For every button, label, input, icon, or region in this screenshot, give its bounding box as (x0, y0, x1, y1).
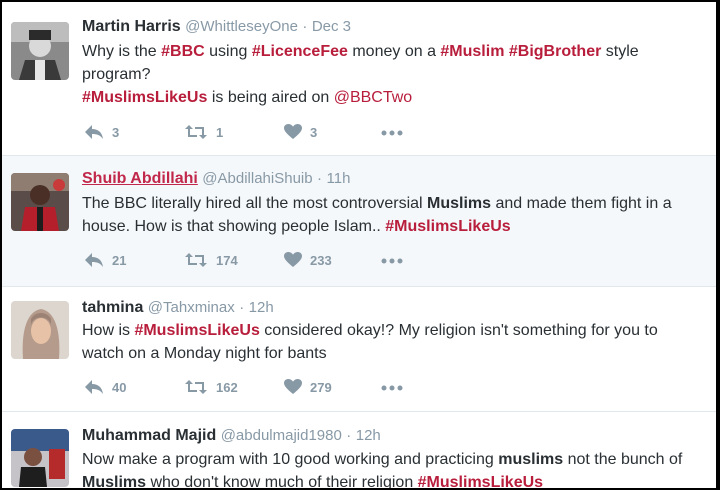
hashtag-link[interactable]: #MuslimsLikeUs (82, 89, 207, 106)
timestamp[interactable]: 12h (356, 427, 381, 444)
hashtag-link[interactable]: #Muslim (440, 43, 504, 60)
retweet-count: 162 (216, 379, 238, 395)
retweet-button[interactable]: 162 (184, 379, 238, 395)
tweet-text: The BBC literally hired all the most con… (82, 192, 702, 238)
reply-button[interactable]: 21 (84, 252, 126, 268)
display-name[interactable]: Martin Harris (82, 18, 181, 35)
like-button[interactable]: 233 (284, 252, 332, 268)
retweet-button[interactable]: 174 (184, 252, 238, 268)
tweet-header: Shuib Abdillahi @AbdillahiShuib · 11h (82, 169, 350, 189)
reply-count: 3 (112, 124, 120, 140)
timestamp[interactable]: Dec 3 (312, 18, 351, 35)
more-icon (381, 130, 403, 136)
text-segment: Muslims (427, 195, 492, 212)
reply-button[interactable]: 3 (84, 124, 119, 140)
avatar[interactable] (11, 22, 69, 80)
mention-link[interactable]: @BBCTwo (334, 89, 412, 106)
display-name[interactable]: tahmina (82, 299, 143, 316)
more-icon (381, 258, 403, 264)
retweet-icon (185, 380, 207, 394)
separator-dot: · (346, 427, 352, 444)
tweet-card[interactable]: tahmina @Tahxminax · 12h How is #Muslims… (2, 287, 716, 412)
text-segment: who don't know much of their religion (146, 474, 418, 488)
text-segment: not the bunch of (563, 451, 683, 468)
text-segment: Muslims (82, 474, 147, 488)
like-icon (284, 379, 302, 394)
reply-count: 40 (112, 379, 127, 395)
text-segment: using (204, 43, 252, 60)
reply-icon (85, 380, 103, 394)
user-handle[interactable]: @AbdillahiShuib (202, 170, 312, 187)
text-segment: Why is the (82, 43, 162, 60)
more-button[interactable] (380, 379, 404, 400)
text-segment: How is (82, 322, 135, 339)
text-segment: The BBC literally hired all the most con… (82, 195, 428, 212)
text-segment: is being aired on (207, 89, 334, 106)
retweet-count: 1 (216, 124, 224, 140)
hashtag-link[interactable]: #MuslimsLikeUs (385, 218, 510, 235)
like-button[interactable]: 3 (284, 124, 317, 140)
timestamp[interactable]: 12h (249, 299, 274, 316)
separator-dot: · (239, 299, 245, 316)
tweet-card[interactable]: Martin Harris @WhittleseyOne · Dec 3 Why… (2, 2, 716, 156)
timestamp[interactable]: 11h (327, 170, 351, 187)
retweet-icon (185, 253, 207, 267)
like-count: 233 (310, 252, 332, 268)
avatar[interactable] (11, 173, 69, 231)
more-button[interactable] (380, 252, 404, 273)
tweet-header: Muhammad Majid @abdulmajid1980 · 12h (82, 426, 381, 446)
tweet-feed: Martin Harris @WhittleseyOne · Dec 3 Why… (2, 2, 716, 488)
tweet-card[interactable]: Shuib Abdillahi @AbdillahiShuib · 11h Th… (2, 156, 716, 287)
user-handle[interactable]: @WhittleseyOne (185, 18, 298, 35)
separator-dot: · (317, 170, 323, 187)
avatar[interactable] (11, 429, 69, 487)
reply-count: 21 (112, 252, 127, 268)
reply-icon (85, 125, 103, 139)
retweet-count: 174 (216, 252, 238, 268)
more-button[interactable] (380, 124, 404, 145)
user-handle[interactable]: @abdulmajid1980 (221, 427, 342, 444)
more-icon (381, 385, 403, 391)
like-icon (284, 124, 302, 139)
display-name[interactable]: Shuib Abdillahi (82, 170, 198, 187)
like-count: 3 (310, 124, 318, 140)
reply-icon (85, 253, 103, 267)
retweet-button[interactable]: 1 (184, 124, 223, 140)
like-count: 279 (310, 379, 332, 395)
text-segment: muslims (498, 451, 564, 468)
hashtag-link[interactable]: #BBC (161, 43, 205, 60)
user-handle[interactable]: @Tahxminax (148, 299, 235, 316)
display-name[interactable]: Muhammad Majid (82, 427, 216, 444)
avatar[interactable] (11, 301, 69, 359)
reply-button[interactable]: 40 (84, 379, 126, 395)
tweet-header: tahmina @Tahxminax · 12h (82, 298, 274, 318)
hashtag-link[interactable]: #BigBrother (509, 43, 601, 60)
text-segment: money on a (347, 43, 441, 60)
tweet-text: Why is the #BBC using #LicenceFee money … (82, 40, 667, 109)
text-segment: Now make a program with 10 good working … (82, 451, 499, 468)
hashtag-link[interactable]: #LicenceFee (252, 43, 348, 60)
separator-dot: · (302, 18, 308, 35)
retweet-icon (185, 125, 207, 139)
hashtag-link[interactable]: #MuslimsLikeUs (134, 322, 259, 339)
like-icon (284, 252, 302, 267)
tweet-text: Now make a program with 10 good working … (82, 448, 702, 488)
tweet-card[interactable]: Muhammad Majid @abdulmajid1980 · 12h Now… (2, 412, 716, 488)
hashtag-link[interactable]: #MuslimsLikeUs (418, 474, 543, 488)
tweet-header: Martin Harris @WhittleseyOne · Dec 3 (82, 17, 351, 37)
tweet-text: How is #MuslimsLikeUs considered okay!? … (82, 319, 702, 365)
like-button[interactable]: 279 (284, 379, 332, 395)
